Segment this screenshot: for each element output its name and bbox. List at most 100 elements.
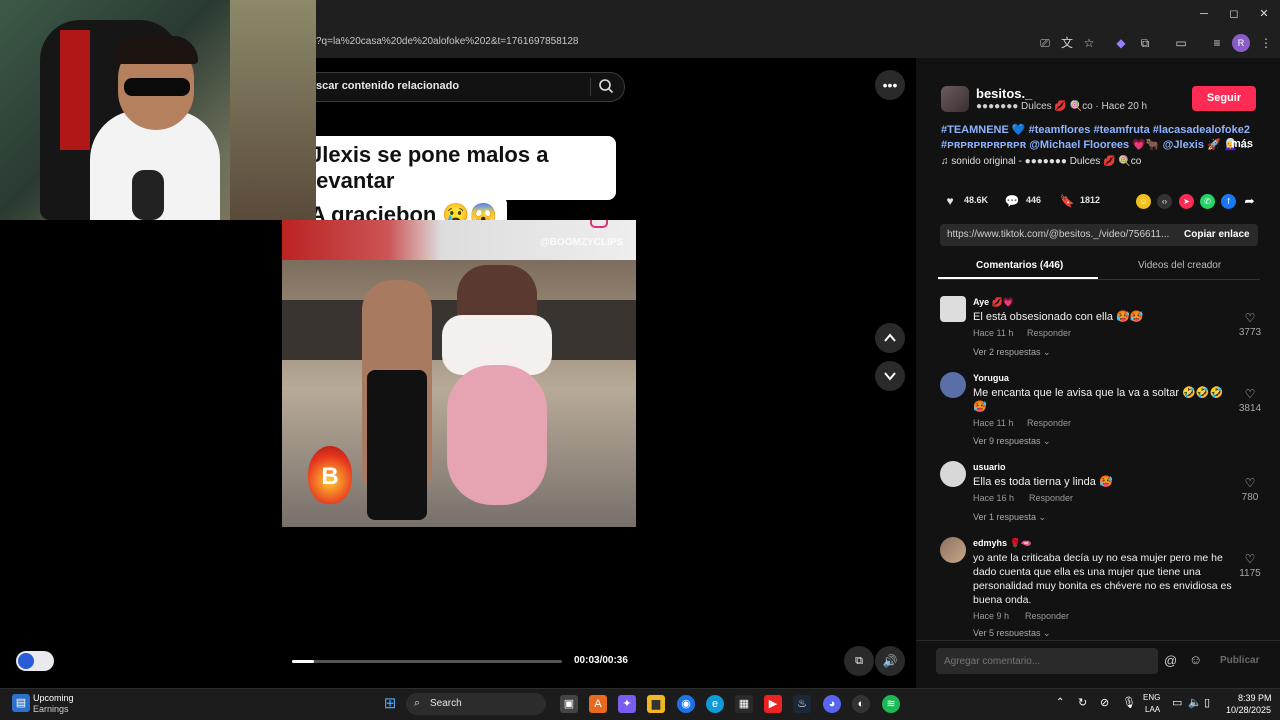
reply-button[interactable]: Responder (1029, 493, 1073, 503)
sound-link[interactable]: ♫ sonido original - ●●●●●●● Dulces 💋 🍭co (941, 156, 1141, 167)
mention-icon[interactable]: @ (1164, 653, 1177, 668)
kebab-menu-icon[interactable]: ⋮ (1257, 34, 1275, 52)
comment-text-continued: 🥵 (973, 401, 987, 413)
url-field[interactable]: ?q=la%20casa%20de%20alofoke%202&t=176169… (316, 36, 916, 50)
view-replies-button[interactable]: Ver 2 respuestas ⌄ (973, 347, 1051, 358)
emoji-icon[interactable]: ☺ (1189, 652, 1202, 667)
video-frame[interactable]: B (282, 220, 636, 527)
language-code[interactable]: ENG (1143, 693, 1160, 702)
maximize-button[interactable]: ◻ (1226, 6, 1242, 22)
task-view-icon[interactable]: ▣ (560, 695, 578, 713)
extensions-puzzle-icon[interactable]: ⧉ (1136, 34, 1154, 52)
post-link[interactable]: https://www.tiktok.com/@besitos._/video/… (947, 229, 1172, 240)
comment-username[interactable]: Yorugua (973, 373, 1009, 383)
search-related-input[interactable]: scar contenido relacionado (316, 80, 459, 92)
view-replies-button[interactable]: Ver 1 respuesta ⌄ (973, 512, 1046, 523)
comment-like-icon[interactable]: ♡ (1242, 311, 1258, 325)
comment-username[interactable]: Aye 💋💗 (973, 297, 1014, 308)
friends-share-icon[interactable]: ☺ (1136, 194, 1151, 209)
copilot-icon[interactable]: ✦ (618, 695, 636, 713)
chrome-icon[interactable]: ◉ (677, 695, 695, 713)
embed-icon[interactable]: ‹› (1157, 194, 1172, 209)
author-username[interactable]: besitos._ (976, 86, 1032, 101)
person-hair (114, 36, 198, 64)
keyboard-layout[interactable]: LAA (1145, 705, 1160, 714)
clock-date[interactable]: 10/28/2025 (1226, 705, 1271, 715)
network-off-icon[interactable]: ⊘ (1100, 696, 1109, 709)
volume-icon[interactable]: 🔊 (875, 646, 905, 676)
comment-avatar[interactable] (940, 461, 966, 487)
facebook-icon[interactable]: f (1221, 194, 1236, 209)
close-button[interactable]: ✕ (1256, 6, 1272, 22)
file-explorer-icon[interactable]: ▆ (647, 695, 665, 713)
share-arrow-icon[interactable]: ➦ (1242, 194, 1257, 209)
tab-comments[interactable]: Comentarios (446) (976, 260, 1063, 271)
comment-bubble-icon[interactable]: 💬 (1004, 193, 1020, 209)
clock-time[interactable]: 8:39 PM (1238, 693, 1272, 703)
taskbar-search[interactable] (406, 693, 546, 715)
like-heart-icon[interactable]: ♥ (942, 193, 958, 209)
store-icon[interactable]: ▦ (735, 695, 753, 713)
install-app-icon[interactable]: ⎚ (1036, 34, 1054, 52)
widget-icon[interactable]: ▤ (12, 694, 30, 712)
mic-icon[interactable]: 🎙 (1122, 696, 1136, 709)
comment-like-icon[interactable]: ♡ (1242, 387, 1258, 401)
widget-title[interactable]: Upcoming (33, 693, 74, 703)
bookmark-star-icon[interactable]: ☆ (1080, 34, 1098, 52)
battery-icon[interactable]: ▯ (1204, 696, 1210, 709)
app-icon[interactable]: ◐ (852, 695, 870, 713)
reply-button[interactable]: Responder (1025, 611, 1069, 621)
comment-text: yo ante la criticaba decía uy no esa muj… (973, 552, 1232, 606)
progress-track[interactable] (292, 660, 562, 663)
profile-avatar[interactable]: R (1232, 34, 1250, 52)
reply-button[interactable]: Responder (1027, 418, 1071, 428)
previous-video-button[interactable] (875, 323, 905, 353)
comment-username[interactable]: usuario (973, 462, 1006, 472)
split-view-icon[interactable]: ▭ (1172, 34, 1190, 52)
sync-icon[interactable]: ↻ (1078, 696, 1087, 709)
search-icon[interactable] (597, 78, 615, 96)
copy-link-button[interactable]: Copiar enlace (1184, 229, 1250, 240)
comment-avatar[interactable] (940, 296, 966, 322)
speaker-icon[interactable]: 🔈 (1188, 696, 1202, 709)
view-replies-button[interactable]: Ver 9 respuestas ⌄ (973, 436, 1051, 447)
more-link[interactable]: más (1231, 138, 1253, 150)
edge-icon[interactable]: e (706, 695, 724, 713)
comment-time: Hace 9 h (973, 611, 1010, 621)
comment-username[interactable]: edmyhs 🌹🫦 (973, 538, 1032, 549)
publish-button[interactable]: Publicar (1220, 655, 1259, 666)
author-avatar[interactable] (941, 86, 969, 112)
comment-input[interactable] (936, 648, 1158, 674)
view-replies-button[interactable]: Ver 5 respuestas ⌄ (973, 628, 1051, 636)
bookmark-icon[interactable]: 🔖 (1059, 193, 1075, 209)
next-video-button[interactable] (875, 361, 905, 391)
comment-like-icon[interactable]: ♡ (1242, 476, 1258, 490)
reply-button[interactable]: Responder (1027, 328, 1071, 338)
whatsapp-icon[interactable]: ✆ (1200, 194, 1215, 209)
translate-icon[interactable]: 文 (1058, 34, 1076, 52)
tab-creator-videos[interactable]: Videos del creador (1138, 260, 1221, 271)
send-icon[interactable]: ➤ (1179, 194, 1194, 209)
toggle-switch[interactable] (16, 651, 54, 671)
steam-icon[interactable]: ♨ (793, 695, 811, 713)
more-options-button[interactable]: ••• (875, 70, 905, 100)
comment-like-icon[interactable]: ♡ (1242, 552, 1258, 566)
display-icon[interactable]: ▭ (1172, 696, 1182, 709)
windows-start-icon[interactable]: ⊞ (381, 695, 399, 713)
follow-button[interactable]: Seguir (1192, 86, 1256, 111)
discord-icon[interactable]: ◕ (823, 695, 841, 713)
tray-chevron-icon[interactable]: ⌃ (1056, 697, 1064, 708)
picture-in-picture-icon[interactable]: ⧉ (844, 646, 874, 676)
spotify-icon[interactable]: ≋ (882, 695, 900, 713)
tab-search-icon[interactable]: ≡ (1208, 34, 1226, 52)
comment-avatar[interactable] (940, 372, 966, 398)
youtube-icon[interactable]: ▶ (764, 695, 782, 713)
comment-avatar[interactable] (940, 537, 966, 563)
comment-count: 446 (1026, 195, 1042, 205)
post-hashtags[interactable]: #TEAMNENE 💙 #teamflores #teamfruta #laca… (941, 123, 1256, 153)
extension-icon[interactable]: ◆ (1112, 34, 1130, 52)
woman-pants (447, 365, 547, 505)
comment-text: Ella es toda tierna y linda 🥵 (973, 476, 1113, 488)
minimize-button[interactable]: ─ (1196, 6, 1212, 22)
app-orange-icon[interactable]: A (589, 695, 607, 713)
